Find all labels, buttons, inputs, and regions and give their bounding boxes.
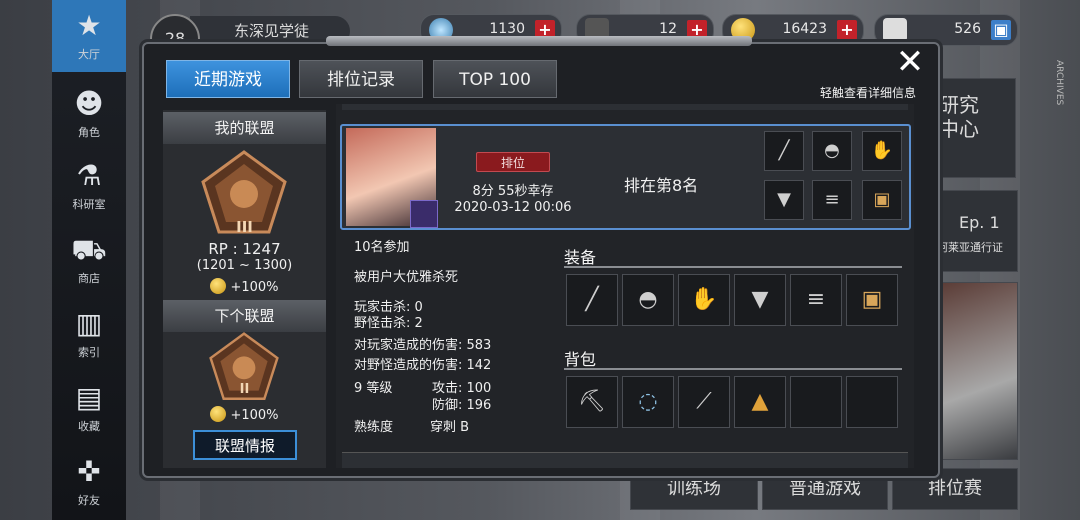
helmet-icon[interactable]: ◓ xyxy=(622,274,674,326)
resource-value: 16423 xyxy=(782,21,827,37)
gold-coin-icon xyxy=(210,278,227,294)
mastery-label: 熟练度 xyxy=(354,420,394,435)
next-bonus-value: +100% xyxy=(230,408,279,423)
spear-icon: ╱ xyxy=(764,131,804,171)
bag-divider xyxy=(564,368,902,370)
tab-recent-games[interactable]: 近期游戏 xyxy=(166,60,290,98)
previous-game-card[interactable] xyxy=(342,104,908,110)
armor-icon: ▼ xyxy=(764,180,804,220)
my-league-title: 我的联盟 xyxy=(163,112,326,144)
flask-icon: ⚗ xyxy=(76,159,102,192)
powder-icon[interactable]: ▲ xyxy=(734,376,786,428)
league-panel: 我的联盟 III RP : 1247 (1201 ~ 1300) +100% 下… xyxy=(163,110,326,468)
next-bonus-row: +100% xyxy=(163,406,326,423)
character-icon: ☻ xyxy=(74,87,104,120)
next-league-title: 下个联盟 xyxy=(163,300,326,332)
book-open-icon: ▤ xyxy=(75,381,103,414)
arm-guard-icon: ≡ xyxy=(812,180,852,220)
rank-text: 排在第8名 xyxy=(624,176,699,195)
rp-value: RP : 1247 xyxy=(208,240,281,258)
sidebar-item-label: 角色 xyxy=(78,126,100,139)
arm-guard-icon[interactable]: ≡ xyxy=(790,274,842,326)
gloves-icon: ✋ xyxy=(862,131,902,171)
bonus-row: +100% xyxy=(163,278,326,295)
archives-text: ARCHIVES xyxy=(1054,60,1064,106)
tab-top-100[interactable]: TOP 100 xyxy=(433,60,557,98)
armor-icon[interactable]: ▼ xyxy=(734,274,786,326)
dialog-handle xyxy=(326,36,752,46)
equipment-divider xyxy=(564,266,902,268)
cart-icon: ⛟ xyxy=(71,233,107,266)
pass-label: 阿莱亚通行证 xyxy=(937,241,1003,254)
mastery-value: 穿刺 B xyxy=(430,420,470,435)
gloves-icon[interactable]: ✋ xyxy=(678,274,730,326)
add-gold-button[interactable]: + xyxy=(837,20,857,40)
current-tier: III xyxy=(236,218,253,236)
sidebar-item-collection[interactable]: ▤ 收藏 xyxy=(52,372,126,444)
monster-damage: 对野怪造成的伤害: 142 xyxy=(354,358,492,373)
crate-icon: ▣ xyxy=(862,180,902,220)
sidebar-item-label: 商店 xyxy=(78,272,100,285)
player-damage: 对玩家造成的伤害: 583 xyxy=(354,338,492,353)
research-center-panel[interactable]: 研究 中心 xyxy=(930,78,1016,178)
pickaxe-icon[interactable]: ⛏ xyxy=(566,376,618,428)
close-icon[interactable]: ✕ xyxy=(888,44,932,80)
rp-range: (1201 ~ 1300) xyxy=(196,258,293,273)
bonus-value: +100% xyxy=(230,280,279,295)
spear-icon[interactable]: ╱ xyxy=(566,274,618,326)
participants: 10名参加 xyxy=(354,240,410,255)
sidebar-item-friends[interactable]: ✜ 好友 xyxy=(52,446,126,518)
add-bp-button[interactable]: ▣ xyxy=(991,20,1011,40)
bp-icon xyxy=(883,18,907,42)
tab-rank-record[interactable]: 排位记录 xyxy=(299,60,423,98)
empty-slot[interactable] xyxy=(790,376,842,428)
weapon-skill-icon xyxy=(410,200,438,228)
empty-slot[interactable] xyxy=(846,376,898,428)
sidebar-item-index[interactable]: ▥ 索引 xyxy=(52,298,126,370)
gamepad-icon: ✜ xyxy=(77,455,101,488)
sidebar-item-lab[interactable]: ⚗ 科研室 xyxy=(52,150,126,222)
sidebar-item-character[interactable]: ☻ 角色 xyxy=(52,78,126,150)
resource-value: 526 xyxy=(954,21,981,37)
crate-icon[interactable]: ▣ xyxy=(846,274,898,326)
sidebar-item-label: 索引 xyxy=(78,346,100,359)
sidebar-item-lobby[interactable]: ★ 大厅 xyxy=(52,0,126,72)
lobby-icon: ★ xyxy=(76,9,102,42)
sidebar-item-label: 大厅 xyxy=(78,48,100,61)
ep-label: Ep. 1 xyxy=(959,213,1000,232)
killed-by: 被用户大优雅杀死 xyxy=(354,270,459,285)
bag-title: 背包 xyxy=(564,350,597,369)
mode-badge: 排位 xyxy=(476,152,550,172)
resource-value: 12 xyxy=(659,21,677,37)
equipment-title: 装备 xyxy=(564,248,597,267)
sidebar: ★ 大厅 ☻ 角色 ⚗ 科研室 ⛟ 商店 ▥ 索引 ▤ 收藏 ✜ 好友 xyxy=(52,0,126,520)
pass-panel[interactable]: Ep. 1 阿莱亚通行证 xyxy=(930,190,1018,272)
next-game-card[interactable] xyxy=(342,452,908,468)
next-tier: II xyxy=(239,382,250,397)
blade-icon[interactable]: ⟋ xyxy=(678,376,730,428)
resource-value: 1130 xyxy=(489,21,525,37)
league-info-button[interactable]: 联盟情报 xyxy=(193,430,297,460)
sidebar-item-label: 好友 xyxy=(78,494,100,507)
character-level: 9 等级 xyxy=(354,381,393,396)
hint-text: 轻触查看详细信息 xyxy=(819,86,916,100)
sidebar-item-label: 收藏 xyxy=(78,420,100,433)
monster-kills: 野怪击杀: 2 xyxy=(354,316,423,331)
helmet-icon: ◓ xyxy=(812,131,852,171)
sidebar-item-shop[interactable]: ⛟ 商店 xyxy=(52,224,126,296)
gold-coin-icon xyxy=(210,406,227,422)
books-icon: ▥ xyxy=(75,307,103,340)
character-artwork xyxy=(936,282,1018,460)
defense-stat: 防御: 196 xyxy=(432,398,492,413)
survival-time: 8分 55秒幸存 xyxy=(472,184,554,199)
game-datetime: 2020-03-12 00:06 xyxy=(454,200,572,215)
chain-icon[interactable]: ◌ xyxy=(622,376,674,428)
sidebar-item-label: 科研室 xyxy=(72,198,106,211)
